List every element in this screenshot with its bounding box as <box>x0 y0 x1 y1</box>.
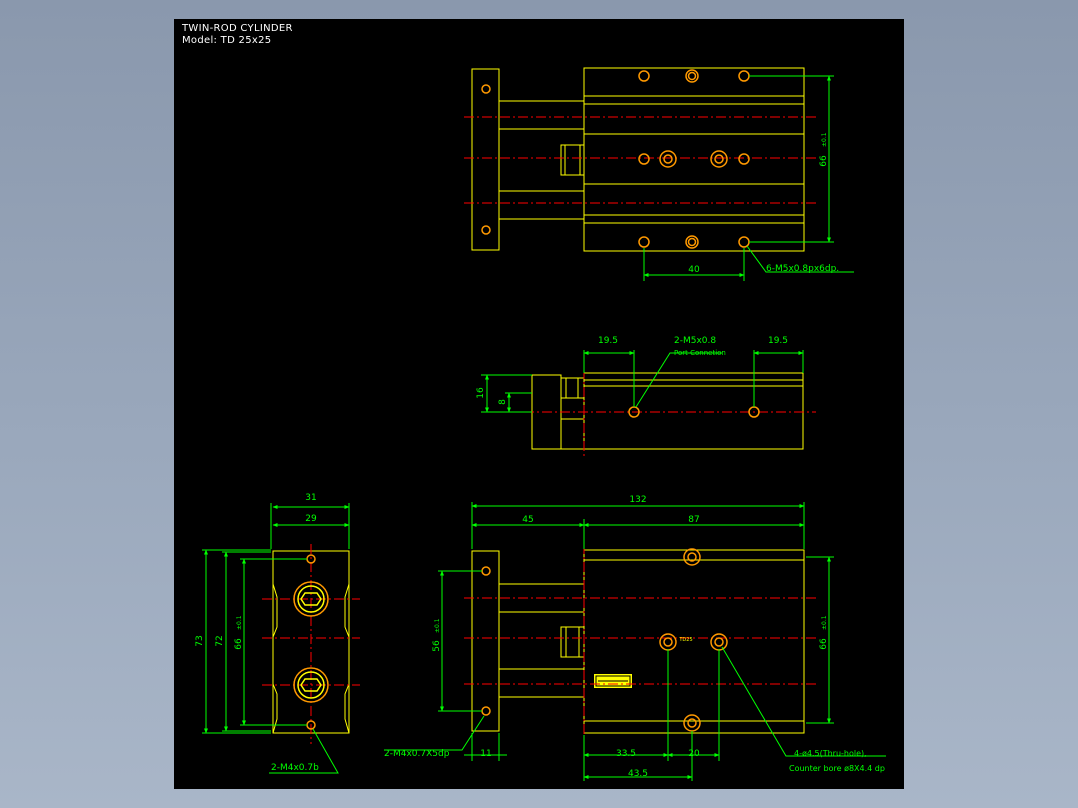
dim-43-5: 43.5 <box>628 769 648 779</box>
dim-132: 132 <box>629 495 646 505</box>
note-tapped-holes: 6-M5x0.8px6dp. <box>766 264 839 274</box>
tapped-hole <box>638 153 650 165</box>
top-rod-lower <box>498 190 585 220</box>
dim-20: 20 <box>688 749 700 759</box>
note-counter-bore: Counter bore ø8X4.4 dp <box>789 764 885 773</box>
cad-viewport[interactable]: TWIN-ROD CYLINDER Model: TD 25x25 66 ±0.… <box>174 19 904 789</box>
port-label: 2-M5x0.8 <box>674 336 716 346</box>
top-view-holes <box>481 69 750 249</box>
cad-drawing: 66 ±0.1 40 6-M5x0.8px6dp. 19.5 19.5 2-M5… <box>195 67 886 781</box>
dim-11: 11 <box>480 749 491 759</box>
port-note: Port Connetion <box>674 349 726 357</box>
dim-29: 29 <box>305 514 317 524</box>
tol-66-front: ±0.1 <box>821 615 828 630</box>
thru-hole <box>710 633 728 651</box>
top-view <box>471 67 805 252</box>
tol-56: ±0.1 <box>434 618 441 633</box>
body-mark: TD25 <box>678 637 692 643</box>
side-body <box>583 372 804 450</box>
dim-87: 87 <box>688 515 699 525</box>
top-body <box>583 67 805 252</box>
tapped-hole <box>638 70 650 82</box>
dim-16: 16 <box>476 387 486 399</box>
plate-tap-hole <box>481 706 491 716</box>
tapped-hole <box>638 236 650 248</box>
note-plate-tap: 2-M4x0.7X5dp <box>384 749 450 759</box>
dim-45: 45 <box>522 515 533 525</box>
dim-56: 56 <box>432 640 442 652</box>
dim-19-5-right: 19.5 <box>768 336 788 346</box>
dim-31: 31 <box>305 493 316 503</box>
front-logo <box>594 674 632 688</box>
top-view-dimensions <box>643 75 854 281</box>
tapped-hole <box>738 236 750 248</box>
plate-hole <box>481 225 491 235</box>
dim-66-top: 66 <box>819 155 829 167</box>
top-nut <box>560 144 585 176</box>
tapped-hole <box>738 70 750 82</box>
side-nut <box>560 377 585 399</box>
tol-66-top: ±0.1 <box>821 132 828 147</box>
front-view <box>471 549 805 734</box>
dim-66-end: 66 <box>234 638 244 650</box>
dim-19-5-left: 19.5 <box>598 336 618 346</box>
plate-hole <box>481 84 491 94</box>
note-thru-hole: 4-ø4.5(Thru-hole), <box>794 749 867 758</box>
dim-33-5: 33.5 <box>616 749 636 759</box>
thru-hole <box>659 633 677 651</box>
dim-8: 8 <box>498 399 508 405</box>
front-plate <box>471 550 500 732</box>
tol-66-end: ±0.1 <box>236 615 243 630</box>
side-view <box>531 372 804 450</box>
dim-40: 40 <box>688 265 700 275</box>
tapped-hole <box>738 153 750 165</box>
plate-tap-hole <box>481 566 491 576</box>
top-rod-upper <box>498 100 585 130</box>
front-body <box>583 549 805 734</box>
front-rod-lower <box>498 668 585 698</box>
dim-73: 73 <box>195 635 205 646</box>
dim-66-front: 66 <box>819 638 829 650</box>
top-plate <box>471 68 500 251</box>
front-nut <box>560 626 585 658</box>
top-view-centerlines <box>464 116 816 204</box>
dim-72: 72 <box>215 635 225 646</box>
note-tap-end: 2-M4x0.7b <box>271 763 319 773</box>
